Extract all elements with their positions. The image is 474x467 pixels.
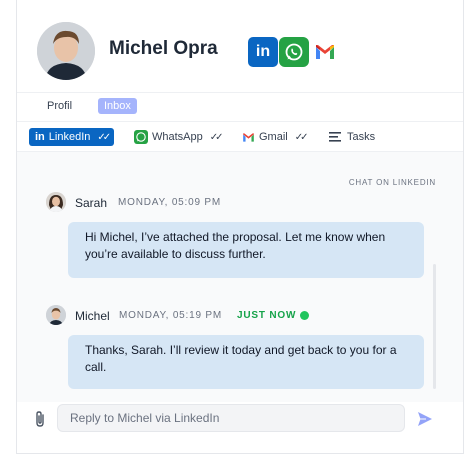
message-sender: Sarah	[75, 196, 108, 210]
tab-gmail[interactable]: Gmail ✓✓	[242, 128, 309, 146]
paperclip-icon[interactable]	[33, 410, 47, 428]
tab-inbox[interactable]: Inbox	[98, 98, 137, 114]
send-icon[interactable]	[417, 411, 433, 427]
linkedin-icon: in	[255, 43, 271, 60]
gmail-icon	[316, 45, 334, 59]
status-badge: JUST NOW	[237, 310, 297, 321]
chat-channel-label: CHAT ON LINKEDIN	[348, 178, 436, 187]
sender-avatar	[46, 192, 66, 212]
contact-card: Michel Opra in Profil Inbox in LinkedIn …	[16, 0, 464, 454]
contact-name: Michel Opra	[109, 38, 218, 59]
whatsapp-button[interactable]	[279, 37, 309, 67]
gmail-button[interactable]	[310, 37, 340, 67]
tasks-icon	[329, 132, 341, 142]
tab-whatsapp[interactable]: WhatsApp ✓✓	[134, 128, 224, 146]
gmail-icon	[243, 132, 254, 142]
double-check-icon: ✓✓	[209, 131, 224, 143]
message-sender: Michel	[75, 309, 110, 323]
tab-profil[interactable]: Profil	[47, 100, 72, 112]
tab-linkedin-label: LinkedIn	[48, 131, 91, 143]
linkedin-icon: in	[35, 131, 45, 143]
chat-thread[interactable]: CHAT ON LINKEDIN Sarah MONDAY, 05:09 PM …	[17, 152, 463, 402]
double-check-icon: ✓✓	[294, 131, 309, 143]
reply-composer	[17, 402, 463, 438]
tab-whatsapp-label: WhatsApp	[152, 131, 203, 143]
section-tabs: Profil Inbox	[17, 92, 463, 122]
channel-tabs: in LinkedIn ✓✓ WhatsApp ✓✓ Gmail ✓✓ Task…	[17, 122, 463, 152]
tab-linkedin[interactable]: in LinkedIn ✓✓	[29, 128, 115, 146]
message-timestamp: MONDAY, 05:09 PM	[118, 197, 222, 208]
message-timestamp: MONDAY, 05:19 PM	[119, 310, 223, 321]
message-bubble: Thanks, Sarah. I’ll review it today and …	[68, 335, 424, 389]
online-indicator	[300, 311, 309, 320]
message-bubble: Hi Michel, I’ve attached the proposal. L…	[68, 222, 424, 278]
whatsapp-icon	[134, 130, 148, 144]
reply-input[interactable]	[57, 404, 405, 432]
tab-tasks[interactable]: Tasks	[329, 128, 375, 146]
tab-tasks-label: Tasks	[347, 131, 376, 143]
double-check-icon: ✓✓	[97, 131, 111, 143]
contact-avatar	[37, 22, 95, 80]
tab-gmail-label: Gmail	[259, 131, 288, 143]
chat-scrollbar[interactable]	[433, 264, 436, 389]
whatsapp-icon	[285, 43, 303, 61]
linkedin-button[interactable]: in	[248, 37, 278, 67]
sender-avatar	[46, 305, 66, 325]
